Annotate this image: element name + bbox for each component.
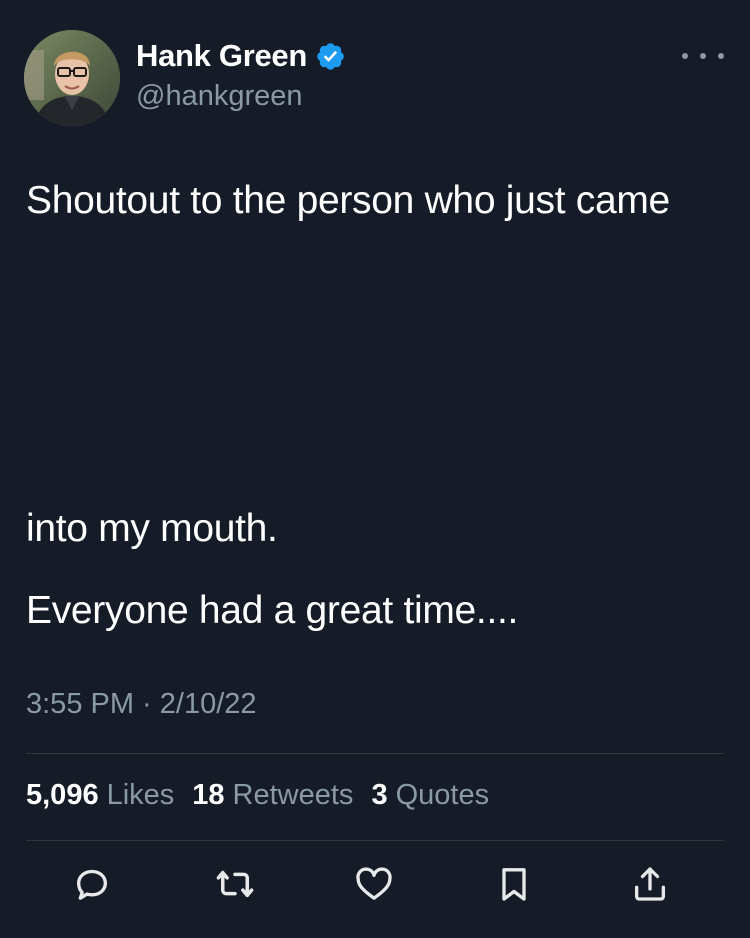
retweet-button[interactable]: [213, 862, 257, 906]
share-icon: [635, 867, 665, 901]
tweet-text-line-3: Everyone had a great time....: [26, 589, 519, 632]
divider: [26, 840, 724, 841]
tweet-text-line-2: into my mouth.: [26, 507, 278, 550]
like-icon: [356, 867, 392, 900]
likes-label[interactable]: Likes: [107, 779, 175, 812]
action-bar: [0, 862, 750, 912]
likes-count[interactable]: 5,096: [26, 779, 99, 812]
tweet-text-line-1: Shoutout to the person who just came: [26, 179, 670, 222]
share-button[interactable]: [628, 862, 672, 906]
engagement-stats: 5,096 Likes 18 Retweets 3 Quotes: [26, 779, 507, 812]
dot: [700, 53, 706, 59]
like-button[interactable]: [352, 862, 396, 906]
avatar[interactable]: [24, 30, 120, 126]
more-options-icon[interactable]: [682, 46, 724, 66]
divider: [26, 753, 724, 754]
verified-badge-icon: [315, 41, 346, 72]
retweets-count[interactable]: 18: [192, 779, 224, 812]
quotes-count[interactable]: 3: [371, 779, 387, 812]
quotes-label[interactable]: Quotes: [396, 779, 490, 812]
bookmark-icon: [502, 868, 526, 901]
reply-icon: [77, 869, 108, 900]
retweets-label[interactable]: Retweets: [233, 779, 354, 812]
retweet-icon: [216, 870, 254, 898]
author-name-row[interactable]: Hank Green: [136, 38, 346, 74]
bookmark-button[interactable]: [492, 862, 536, 906]
author-handle[interactable]: @hankgreen: [136, 80, 303, 113]
dot: [682, 53, 688, 59]
author-display-name[interactable]: Hank Green: [136, 38, 307, 74]
reply-button[interactable]: [70, 862, 114, 906]
avatar-image: [24, 30, 120, 126]
dot: [718, 53, 724, 59]
tweet-timestamp[interactable]: 3:55 PM · 2/10/22: [26, 688, 257, 721]
